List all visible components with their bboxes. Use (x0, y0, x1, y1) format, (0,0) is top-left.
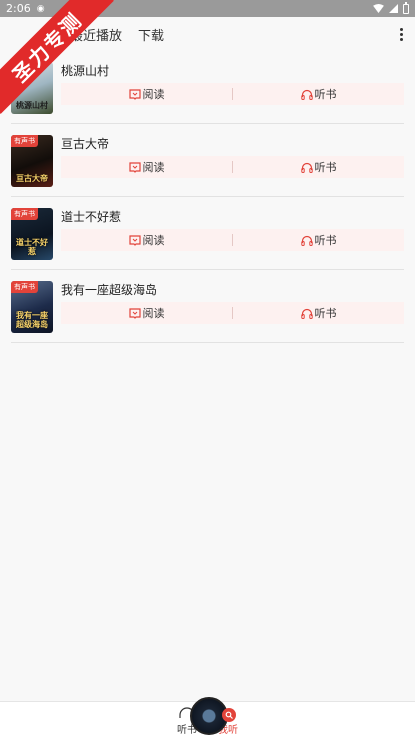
book-cover[interactable]: 有声书 道士不好惹 (11, 208, 53, 260)
cover-art-text: 道士不好惹 (16, 238, 48, 256)
read-button[interactable]: 阅读 (61, 83, 232, 105)
listen-label: 听书 (314, 161, 337, 174)
book-open-icon (128, 88, 141, 100)
cover-art-text: 亘古大帝 (16, 174, 48, 183)
book-open-icon (128, 234, 141, 246)
notification-icon: ◉ (36, 3, 45, 14)
list-item[interactable]: 有声书 道士不好惹 道士不好惹 阅读 听书 (11, 197, 404, 270)
status-time: 2:06 (6, 2, 31, 15)
read-label: 阅读 (142, 88, 165, 101)
more-dot-icon (399, 27, 403, 31)
battery-icon (403, 1, 409, 14)
book-title[interactable]: 亘古大帝 (61, 135, 109, 152)
cover-art-text: 我有一座超级海岛 (16, 311, 48, 329)
book-actions: 阅读 听书 (61, 229, 404, 251)
mine-icon (222, 708, 236, 722)
book-actions: 阅读 听书 (61, 302, 404, 324)
read-label: 阅读 (142, 161, 165, 174)
headphones-icon (300, 308, 313, 319)
wifi-icon (373, 4, 384, 13)
listen-button[interactable]: 听书 (233, 83, 404, 105)
listen-button[interactable]: 听书 (233, 302, 404, 324)
cover-art-text: 桃源山村 (16, 101, 48, 110)
status-icons (373, 1, 409, 14)
read-label: 阅读 (142, 307, 165, 320)
book-list: 桃源山村 桃源山村 阅读 听书 有声书 亘古大帝 亘古大帝 阅读 听书 有声书 … (0, 51, 415, 343)
headphones-icon (300, 162, 313, 173)
book-title[interactable]: 道士不好惹 (61, 208, 121, 225)
listen-label: 听书 (314, 88, 337, 101)
read-button[interactable]: 阅读 (61, 229, 232, 251)
listen-label: 听书 (314, 307, 337, 320)
book-actions: 阅读 听书 (61, 83, 404, 105)
headphones-icon (300, 235, 313, 246)
book-cover[interactable]: 有声书 我有一座超级海岛 (11, 281, 53, 333)
read-button[interactable]: 阅读 (61, 302, 232, 324)
list-item[interactable]: 有声书 亘古大帝 亘古大帝 阅读 听书 (11, 124, 404, 197)
audiobook-badge: 有声书 (11, 208, 38, 220)
list-item[interactable]: 有声书 我有一座超级海岛 我有一座超级海岛 阅读 听书 (11, 270, 404, 343)
listen-label: 听书 (314, 234, 337, 247)
signal-icon (389, 4, 398, 13)
tab-download[interactable]: 下载 (130, 25, 172, 44)
more-dot-icon (399, 37, 403, 41)
book-open-icon (128, 161, 141, 173)
audiobook-badge: 有声书 (11, 281, 38, 293)
bottom-nav: 听书 我听 (0, 697, 415, 738)
book-actions: 阅读 听书 (61, 156, 404, 178)
book-cover[interactable]: 有声书 亘古大帝 (11, 135, 53, 187)
list-item[interactable]: 桃源山村 桃源山村 阅读 听书 (11, 51, 404, 124)
listen-button[interactable]: 听书 (233, 229, 404, 251)
audiobook-badge: 有声书 (11, 135, 38, 147)
read-label: 阅读 (142, 234, 165, 247)
listen-button[interactable]: 听书 (233, 156, 404, 178)
book-open-icon (128, 307, 141, 319)
book-title[interactable]: 桃源山村 (61, 62, 109, 79)
book-title[interactable]: 我有一座超级海岛 (61, 281, 157, 298)
read-button[interactable]: 阅读 (61, 156, 232, 178)
more-options-button[interactable] (397, 27, 405, 41)
headphones-icon (300, 89, 313, 100)
more-dot-icon (399, 32, 403, 36)
